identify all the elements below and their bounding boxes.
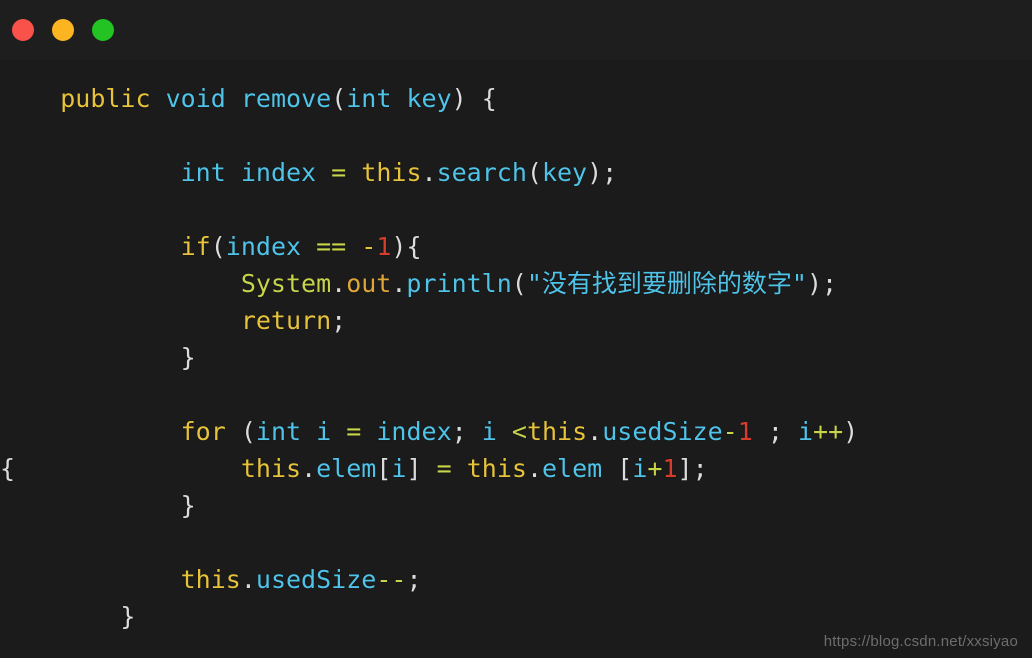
- token-var-index: index: [376, 417, 452, 446]
- token-dot: .: [391, 269, 407, 298]
- code-line-15: }: [0, 598, 1032, 635]
- token-keyword-this: this: [240, 454, 302, 483]
- token-var-index: index: [240, 158, 317, 187]
- token-line-end: );: [587, 158, 618, 187]
- token-string-literal: "没有找到要删除的数字": [526, 269, 807, 298]
- token-field-out: out: [346, 269, 392, 298]
- code-editor-area[interactable]: public void remove(int key) { int index …: [0, 60, 1032, 658]
- token-paren-close: ): [451, 84, 467, 113]
- token-keyword-if: if: [180, 232, 211, 261]
- token-paren-open: (: [331, 84, 347, 113]
- token-param-key: key: [406, 84, 452, 113]
- token-paren-open: (: [526, 158, 542, 187]
- token-operator-assign: =: [331, 158, 347, 187]
- code-line-7: return;: [0, 302, 1032, 339]
- token-operator-minus: -: [722, 417, 738, 446]
- token-keyword-return: return: [240, 306, 332, 335]
- token-bracket-open: [: [617, 454, 633, 483]
- code-line-8: }: [0, 339, 1032, 376]
- token-keyword-this: this: [466, 454, 527, 483]
- token-keyword-this: this: [526, 417, 588, 446]
- token-dot: .: [421, 158, 437, 187]
- code-line-9-blank: [0, 376, 1032, 413]
- token-operator-increment: ++: [813, 417, 844, 446]
- token-operator-assign: =: [346, 417, 362, 446]
- token-var-i: i: [391, 454, 407, 483]
- minimize-button-icon[interactable]: [52, 19, 74, 41]
- token-paren-open: (: [511, 269, 527, 298]
- token-bracket-close: ]: [406, 454, 422, 483]
- token-var-i: i: [632, 454, 648, 483]
- code-line-11: { this.elem[i] = this.elem [i+1];: [0, 450, 1032, 487]
- code-line-5: if(index == -1){: [0, 228, 1032, 265]
- token-method-remove: remove: [240, 84, 332, 113]
- token-brace-close: }: [180, 491, 196, 520]
- token-line-end: ];: [677, 454, 708, 483]
- token-type-int: int: [346, 84, 392, 113]
- token-number-one: 1: [662, 454, 678, 483]
- code-line-6: System.out.println("没有找到要删除的数字");: [0, 265, 1032, 302]
- token-field-elem: elem: [316, 454, 377, 483]
- code-line-2-blank: [0, 117, 1032, 154]
- token-operator-less-than: <: [511, 417, 527, 446]
- token-dot: .: [587, 417, 603, 446]
- code-snippet-window: public void remove(int key) { int index …: [0, 0, 1032, 658]
- token-method-println: println: [406, 269, 512, 298]
- token-keyword-this: this: [180, 565, 241, 594]
- token-type-int: int: [255, 417, 302, 446]
- token-brace-open: {: [481, 84, 497, 113]
- token-bracket-open: [: [376, 454, 392, 483]
- token-field-elem: elem: [542, 454, 603, 483]
- token-semicolon: ;: [406, 565, 422, 594]
- token-semicolon: ;: [767, 417, 783, 446]
- close-button-icon[interactable]: [12, 19, 34, 41]
- token-var-index: index: [225, 232, 302, 261]
- code-line-14: this.usedSize--;: [0, 561, 1032, 598]
- token-paren-open: (: [240, 417, 256, 446]
- maximize-button-icon[interactable]: [92, 19, 114, 41]
- token-semicolon: ;: [451, 417, 467, 446]
- token-field-usedsize: usedSize: [255, 565, 377, 594]
- token-var-i: i: [481, 417, 497, 446]
- token-var-i: i: [316, 417, 332, 446]
- token-brace-close: }: [120, 602, 136, 631]
- token-class-system: System: [240, 269, 332, 298]
- token-paren-close: ): [843, 417, 859, 446]
- token-operator-minus: -: [361, 232, 377, 261]
- token-keyword-this: this: [361, 158, 422, 187]
- token-line-end: ){: [391, 232, 422, 261]
- watermark-url: https://blog.csdn.net/xxsiyao: [823, 633, 1018, 650]
- token-paren-open: (: [210, 232, 226, 261]
- token-wrapped-brace-open: {: [0, 454, 16, 483]
- code-line-13-blank: [0, 524, 1032, 561]
- token-operator-plus: +: [647, 454, 663, 483]
- code-line-4-blank: [0, 191, 1032, 228]
- window-titlebar: [0, 0, 1032, 60]
- token-dot: .: [526, 454, 542, 483]
- token-field-usedsize: usedSize: [602, 417, 723, 446]
- token-dot: .: [331, 269, 347, 298]
- token-arg-key: key: [541, 158, 588, 187]
- token-keyword-for: for: [180, 417, 226, 446]
- token-brace-close: }: [180, 343, 196, 372]
- code-line-10: for (int i = index; i <this.usedSize-1 ;…: [0, 413, 1032, 450]
- token-dot: .: [301, 454, 317, 483]
- token-number-one: 1: [737, 417, 753, 446]
- token-var-i: i: [797, 417, 814, 446]
- code-line-3: int index = this.search(key);: [0, 154, 1032, 191]
- token-semicolon: ;: [331, 306, 347, 335]
- token-method-search: search: [436, 158, 527, 187]
- token-operator-assign: =: [436, 454, 452, 483]
- java-code-block[interactable]: public void remove(int key) { int index …: [0, 60, 1032, 635]
- token-type-void: void: [165, 84, 226, 113]
- token-keyword-public: public: [60, 84, 151, 113]
- code-line-12: }: [0, 487, 1032, 524]
- token-type-int: int: [180, 158, 226, 187]
- token-line-end: );: [806, 269, 838, 298]
- token-operator-equals: ==: [316, 232, 347, 261]
- token-operator-decrement: --: [376, 565, 407, 594]
- code-line-1: public void remove(int key) {: [0, 80, 1032, 117]
- token-number-one: 1: [376, 232, 392, 261]
- token-dot: .: [240, 565, 256, 594]
